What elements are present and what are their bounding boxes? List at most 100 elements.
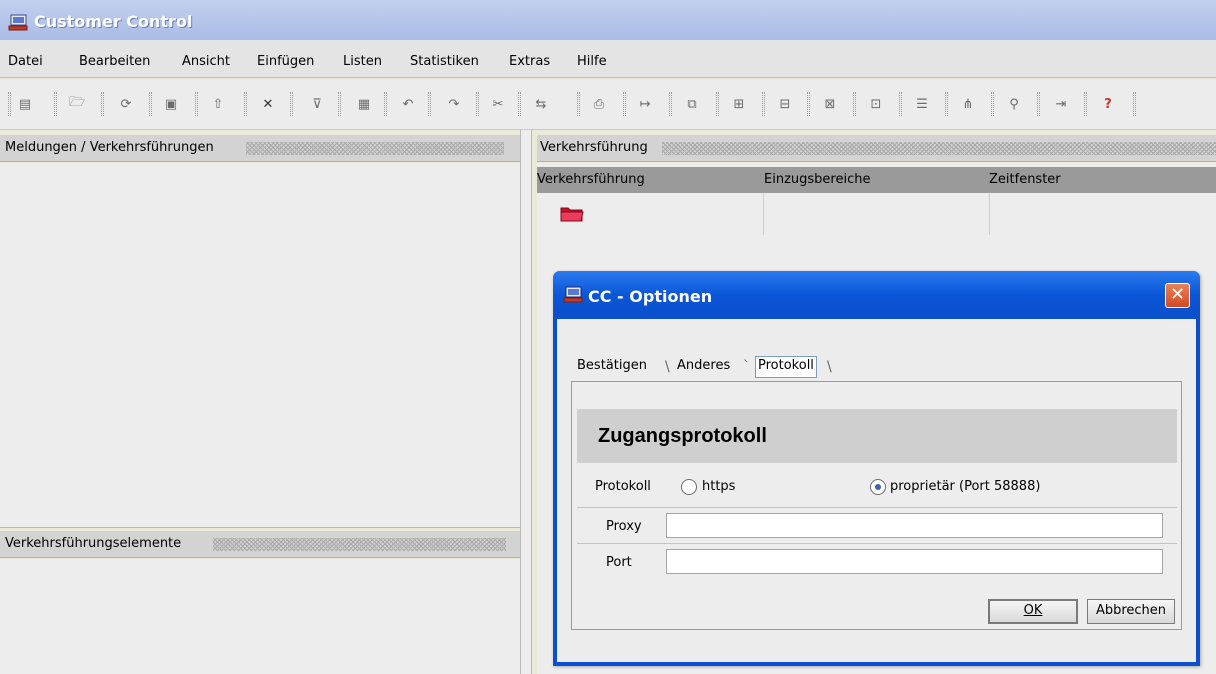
toolbar-separator [991,92,994,116]
section-header: Zugangsprotokoll [577,409,1177,463]
tab-divider: \ [827,359,832,375]
computer-icon [8,14,28,31]
vertical-splitter[interactable] [520,130,532,674]
column-header-zeitfenster[interactable]: Zeitfenster [989,172,1061,187]
folder-icon[interactable] [560,204,584,222]
toolbar-separator [101,92,104,116]
options-dialog: CC - Optionen ✕ Bestätigen \ Anderes ` P… [553,271,1200,666]
column-divider [763,193,764,235]
table-header: Verkehrsführung Einzugsbereiche Zeitfens… [537,167,1216,193]
hierarchy-icon[interactable]: ⋔ [957,93,979,115]
elemente-list[interactable] [0,559,520,674]
pane-header-meldungen: Meldungen / Verkehrsführungen [0,135,520,162]
tree-collapse-icon[interactable]: ⊡ [865,93,887,115]
toolbar-separator [853,92,856,116]
meldungen-list[interactable] [0,163,520,520]
save-icon[interactable]: ▣ [160,93,182,115]
menu-hilfe[interactable]: Hilfe [577,54,607,69]
toolbar-separator [244,92,247,116]
help-icon[interactable]: ? [1097,93,1119,115]
row-divider [577,543,1177,544]
tab-divider: ` [743,359,750,375]
route-icon[interactable]: ↦ [634,93,656,115]
menu-einfuegen[interactable]: Einfügen [257,54,314,69]
new-icon[interactable]: ▤ [14,93,36,115]
pane-header-elemente: Verkehrsführungselemente [0,531,520,558]
toolbar-separator [623,92,626,116]
undo-icon[interactable]: ↶ [397,93,419,115]
toolbar-separator [54,92,57,116]
toolbar-separator [807,92,810,116]
toolbar-separator [1037,92,1040,116]
close-button[interactable]: ✕ [1165,283,1190,308]
print-icon[interactable]: ⎙ [588,93,610,115]
proxy-input[interactable] [666,513,1163,538]
toolbar-separator [195,92,198,116]
cancel-button[interactable]: Abbrechen [1087,599,1175,624]
https-radio[interactable] [681,479,697,495]
header-hatch [213,538,506,551]
properties-icon[interactable]: ▦ [353,93,375,115]
tab-protokoll[interactable]: Protokoll [755,356,817,378]
tree-icon[interactable]: ⊞ [728,93,750,115]
proxy-label: Proxy [606,519,642,534]
app-titlebar: Customer Control [0,0,1216,40]
close-icon: ✕ [1169,284,1186,305]
port-label: Port [606,555,632,570]
app-title: Customer Control [34,12,193,31]
toolbar-separator [669,92,672,116]
pane-title: Meldungen / Verkehrsführungen [5,140,218,155]
cut-icon[interactable]: ✂ [487,93,509,115]
dialog-title: CC - Optionen [588,287,713,306]
toolbar-separator [290,92,293,116]
open-folder-icon[interactable]: 🗁 [66,93,88,115]
toolbar: ▤ 🗁 ⟳ ▣ ⇧ ✕ ⊽ ▦ ↶ ↷ ✂ ⇆ ⎙ ↦ ⧉ ⊞ ⊟ ⊠ ⊡ ☰ … [0,80,1216,130]
find-icon[interactable]: ⚲ [1003,93,1025,115]
menu-ansicht[interactable]: Ansicht [182,54,230,69]
export-icon[interactable]: ⇧ [207,93,229,115]
menu-extras[interactable]: Extras [509,54,550,69]
tab-bestaetigen[interactable]: Bestätigen [577,358,647,380]
menu-datei[interactable]: Datei [8,54,43,69]
tree-expand-icon[interactable]: ⊠ [819,93,841,115]
pane-title: Verkehrsführungselemente [5,536,186,551]
copy-move-icon[interactable]: ⇆ [530,93,552,115]
toolbar-separator [1084,92,1087,116]
tab-anderes[interactable]: Anderes [677,358,730,380]
menu-bar: Datei Bearbeiten Ansicht Einfügen Listen… [0,40,1216,78]
toolbar-separator [762,92,765,116]
column-header-verkehrsfuehrung[interactable]: Verkehrsführung [537,172,645,187]
menu-listen[interactable]: Listen [343,54,382,69]
toolbar-separator [518,92,521,116]
link-icon[interactable]: ⧉ [681,93,703,115]
toolbar-separator [945,92,948,116]
dialog-body: Bestätigen \ Anderes ` Protokoll \ Zugan… [557,319,1196,662]
redo-icon[interactable]: ↷ [443,93,465,115]
toolbar-separator [899,92,902,116]
import-icon[interactable]: ⇥ [1050,93,1072,115]
column-header-einzugsbereiche[interactable]: Einzugsbereiche [764,172,870,187]
ok-button[interactable]: OK [988,599,1078,624]
toolbar-separator [149,92,152,116]
proprietary-radio[interactable] [870,479,886,495]
proprietary-label[interactable]: proprietär (Port 58888) [890,479,1040,494]
tree-branch-icon[interactable]: ⊟ [774,93,796,115]
port-input[interactable] [666,549,1163,574]
toolbar-separator [8,92,11,116]
toolbar-separator [338,92,341,116]
menu-statistiken[interactable]: Statistiken [410,54,479,69]
refresh-icon[interactable]: ⟳ [115,93,137,115]
toolbar-separator [577,92,580,116]
delete-icon[interactable]: ✕ [257,93,279,115]
filter-icon[interactable]: ⊽ [306,93,328,115]
row-divider [577,507,1177,508]
section-title: Zugangsprotokoll [598,425,767,447]
toolbar-separator [428,92,431,116]
menu-bearbeiten[interactable]: Bearbeiten [79,54,150,69]
list-icon[interactable]: ☰ [911,93,933,115]
https-label[interactable]: https [702,479,735,494]
protokoll-panel: Zugangsprotokoll Protokoll https proprie… [571,381,1182,630]
horizontal-splitter[interactable] [0,520,520,528]
pane-header-verkehrsfuehrung: Verkehrsführung [537,135,1216,162]
dialog-titlebar[interactable]: CC - Optionen ✕ [553,271,1200,319]
